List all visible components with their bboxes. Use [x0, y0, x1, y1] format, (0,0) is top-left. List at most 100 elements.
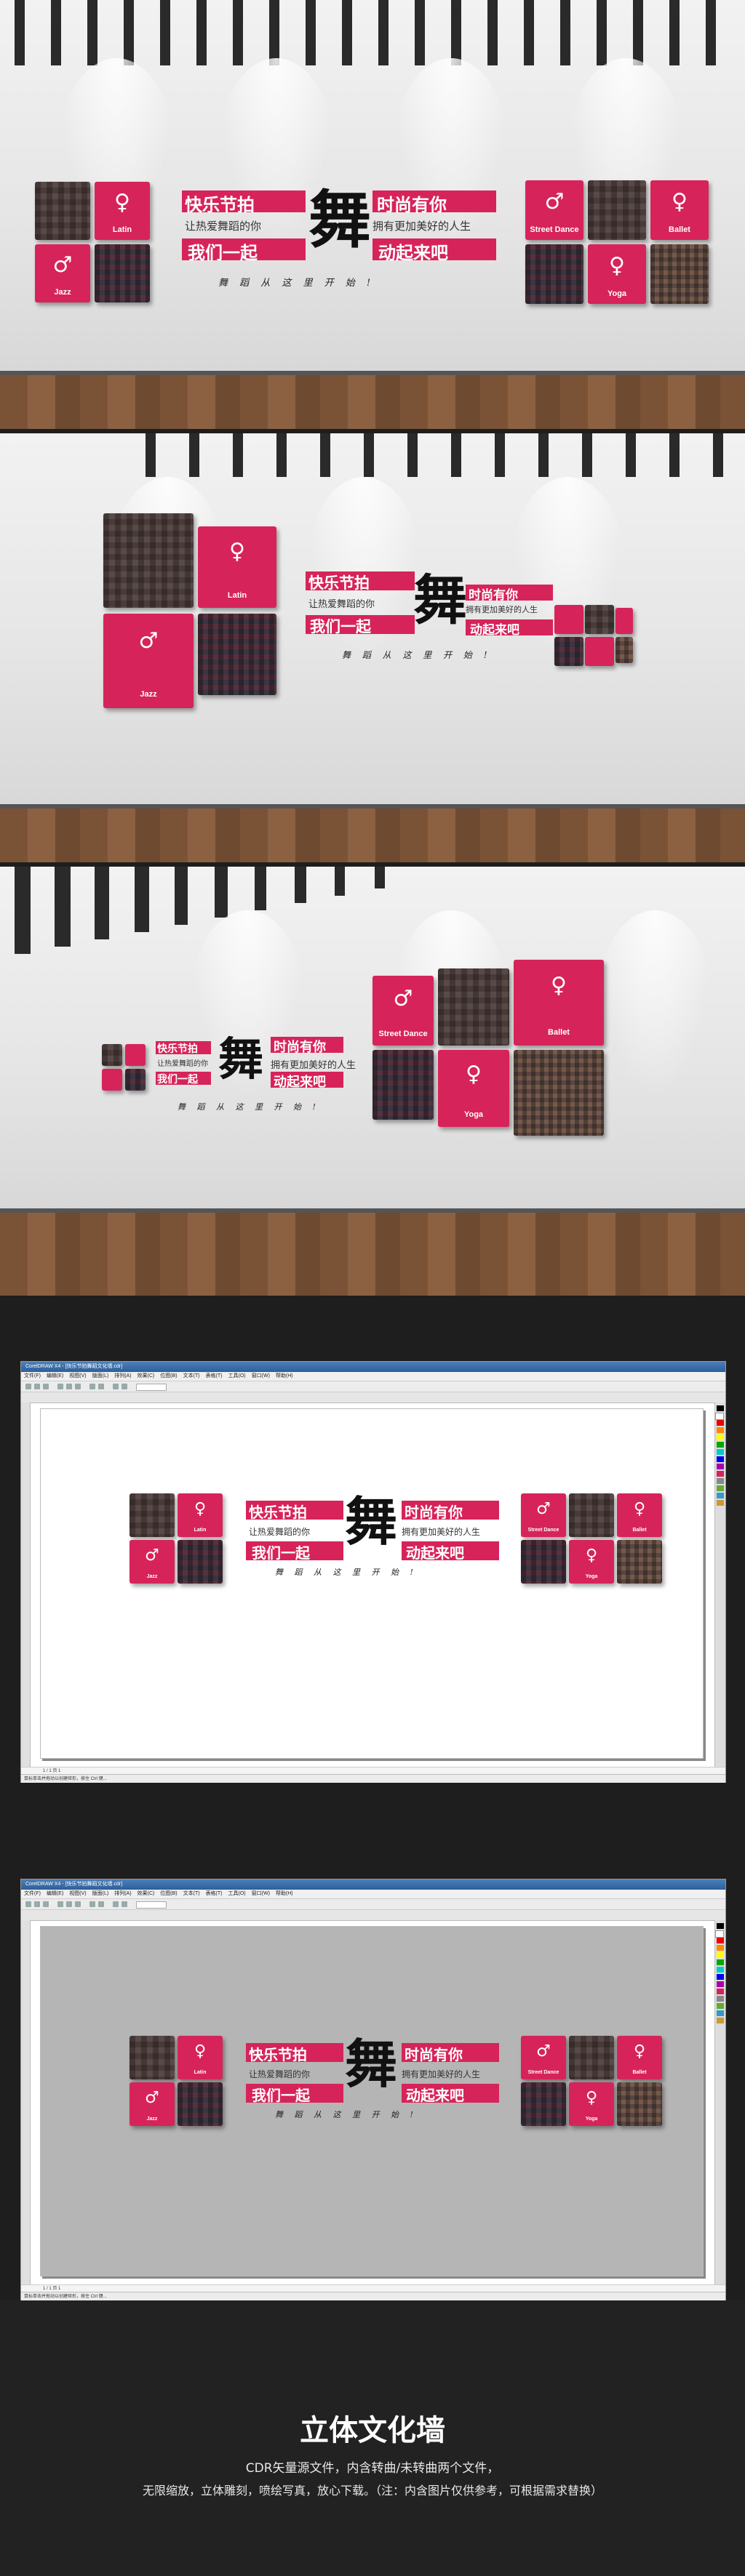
menu-tools[interactable]: 工具(O): [228, 1891, 246, 1896]
slogan-line3-left: 我们一起: [157, 1074, 198, 1086]
menu-tools[interactable]: 工具(O): [228, 1373, 246, 1379]
slogan-line3-right: 动起来吧: [274, 1075, 326, 1090]
menu-text[interactable]: 文本(T): [183, 1373, 200, 1379]
tile-yoga: ♀ Yoga: [588, 244, 646, 304]
tile-label: Jazz: [54, 288, 71, 297]
zoom-select[interactable]: [136, 1901, 167, 1909]
open-icon[interactable]: [34, 1901, 40, 1907]
new-icon[interactable]: [25, 1901, 31, 1907]
slogan-line1-right: 时尚有你: [405, 2046, 463, 2063]
menu-window[interactable]: 窗口(W): [252, 1373, 270, 1379]
dancer-icon: ♂: [52, 252, 73, 278]
menu-table[interactable]: 表格(T): [206, 1373, 223, 1379]
redo-icon[interactable]: [98, 1384, 104, 1389]
tile-label: Street Dance: [530, 225, 579, 234]
menu-arrange[interactable]: 排列(A): [114, 1373, 131, 1379]
copy-icon[interactable]: [66, 1384, 72, 1389]
tile-label: Street Dance: [378, 1030, 428, 1039]
menu-help[interactable]: 帮助(H): [276, 1891, 293, 1896]
window-title: CorelDRAW X4 - [快乐节拍舞蹈文化墙.cdr]: [21, 1362, 725, 1372]
photo-placeholder: [525, 244, 583, 304]
color-palette[interactable]: [714, 1920, 725, 2285]
slogan-line3-right: 动起来吧: [406, 1544, 464, 1562]
open-icon[interactable]: [34, 1384, 40, 1389]
new-icon[interactable]: [25, 1384, 31, 1389]
calligraphy-dance: 舞: [308, 183, 371, 257]
cut-icon[interactable]: [57, 1384, 63, 1389]
paste-icon[interactable]: [75, 1901, 81, 1907]
menu-arrange[interactable]: 排列(A): [114, 1891, 131, 1896]
import-icon[interactable]: [113, 1901, 119, 1907]
slogan-line3-left: 我们一起: [310, 618, 371, 635]
slogan-line1-right: 时尚有你: [405, 1504, 463, 1521]
toolbox[interactable]: [21, 1403, 31, 1768]
menu-table[interactable]: 表格(T): [206, 1891, 223, 1896]
cut-icon[interactable]: [57, 1901, 63, 1907]
menu-edit[interactable]: 编辑(E): [47, 1891, 63, 1896]
menu-effects[interactable]: 效果(C): [138, 1891, 155, 1896]
dancer-icon: ♀: [672, 188, 688, 214]
tile-label: Ballet: [632, 1528, 647, 1533]
window-title: CorelDRAW X4 - [快乐节拍舞蹈文化墙.cdr]: [21, 1879, 725, 1890]
menu-edit[interactable]: 编辑(E): [47, 1373, 63, 1379]
slogan-line2-right: 拥有更加美好的人生: [372, 220, 471, 233]
calligraphy-dance: 舞: [413, 569, 467, 632]
color-palette[interactable]: [714, 1403, 725, 1768]
photo-placeholder: [95, 244, 150, 302]
menu-text[interactable]: 文本(T): [183, 1891, 200, 1896]
tile-label: Latin: [227, 590, 247, 600]
slogan-script: 舞 蹈 从 这 里 开 始 !: [275, 1568, 418, 1577]
menu-bar: 文件(F) 编辑(E) 视图(V) 版面(L) 排列(A) 效果(C) 位图(B) 文本(T)…: [21, 1890, 725, 1899]
menu-view[interactable]: 视图(V): [69, 1891, 86, 1896]
drawing-page[interactable]: ♀ Latin ♂ Jazz 快乐节拍 时尚有你 让热爱舞蹈的你 拥有更加美好的人生…: [40, 1926, 704, 2276]
paste-icon[interactable]: [75, 1384, 81, 1389]
dancer-icon: ♂: [544, 188, 565, 214]
menu-layout[interactable]: 版面(L): [92, 1373, 109, 1379]
tile-label: Jazz: [146, 1574, 158, 1579]
slogan-line1-right: 时尚有你: [274, 1040, 326, 1055]
tile-label: Jazz: [140, 690, 157, 699]
slogan-line1-right: 时尚有你: [377, 195, 447, 215]
save-icon[interactable]: [43, 1901, 49, 1907]
export-icon[interactable]: [121, 1901, 127, 1907]
tile-label: Street Dance: [527, 1528, 559, 1533]
menu-file[interactable]: 文件(F): [24, 1373, 41, 1379]
redo-icon[interactable]: [98, 1901, 104, 1907]
menu-help[interactable]: 帮助(H): [276, 1373, 293, 1379]
dark-separator: [0, 1296, 745, 1361]
photo-placeholder: [35, 182, 90, 240]
drawing-page[interactable]: ♀ Latin ♂ Jazz 快乐节拍 时尚有你 让热爱舞蹈的你 拥有更加美好的人生…: [40, 1408, 704, 1759]
slogan-line2-right: 拥有更加美好的人生: [402, 1527, 481, 1537]
menu-bitmaps[interactable]: 位图(B): [160, 1891, 177, 1896]
tile-label: Yoga: [585, 2116, 598, 2122]
import-icon[interactable]: [113, 1384, 119, 1389]
tile-label: Ballet: [632, 2070, 647, 2075]
tile-label: Jazz: [146, 2116, 158, 2122]
mockup-scene-3: 快乐节拍 时尚有你 让热爱舞蹈的你 拥有更加美好的人生 我们一起 动起来吧 舞 …: [0, 867, 745, 1296]
standard-toolbar: [21, 1381, 725, 1392]
slogan-line1-left: 快乐节拍: [308, 574, 370, 592]
footer-line-1: CDR矢量源文件，内含转曲/未转曲两个文件，: [245, 2461, 500, 2476]
menu-bitmaps[interactable]: 位图(B): [160, 1373, 177, 1379]
menu-effects[interactable]: 效果(C): [138, 1373, 155, 1379]
copy-icon[interactable]: [66, 1901, 72, 1907]
menu-file[interactable]: 文件(F): [24, 1891, 41, 1896]
editor-window-1: CorelDRAW X4 - [快乐节拍舞蹈文化墙.cdr] 文件(F) 编辑(E…: [20, 1361, 726, 1784]
menu-layout[interactable]: 版面(L): [92, 1891, 109, 1896]
zoom-select[interactable]: [136, 1384, 167, 1391]
slogan-line1-left: 快乐节拍: [157, 1043, 198, 1055]
slogan-line3-right: 动起来吧: [470, 623, 519, 638]
wood-floor: [0, 375, 745, 429]
slogan-script: 舞 蹈 从 这 里 开 始 !: [218, 278, 375, 289]
export-icon[interactable]: [121, 1384, 127, 1389]
toolbox[interactable]: [21, 1920, 31, 2285]
tile-jazz: ♂ Jazz: [35, 244, 90, 302]
menu-bar: 文件(F) 编辑(E) 视图(V) 版面(L) 排列(A) 效果(C) 位图(B) 文本(T)…: [21, 1372, 725, 1381]
slogan-line1-left: 快乐节拍: [249, 1504, 307, 1521]
menu-view[interactable]: 视图(V): [69, 1373, 86, 1379]
undo-icon[interactable]: [89, 1384, 95, 1389]
save-icon[interactable]: [43, 1384, 49, 1389]
undo-icon[interactable]: [89, 1901, 95, 1907]
menu-window[interactable]: 窗口(W): [252, 1891, 270, 1896]
footer-line-2: 无限缩放，立体雕刻，喷绘写真，放心下载。（注：内含图片仅供参考，可根据需求替换）: [142, 2484, 602, 2497]
